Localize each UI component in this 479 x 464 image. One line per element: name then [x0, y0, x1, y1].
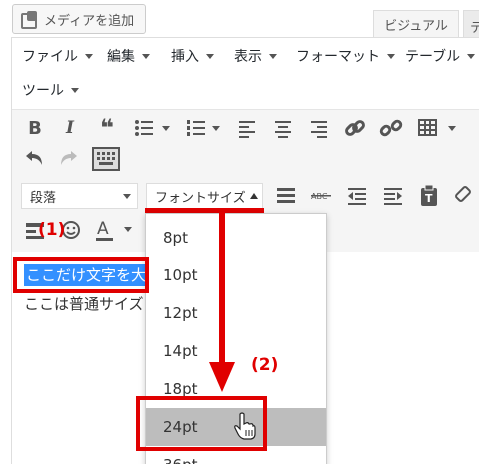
annotation-arrow: [207, 212, 237, 394]
numbered-list-caret-icon[interactable]: [212, 126, 220, 131]
horizontal-rule-icon[interactable]: [275, 185, 297, 207]
undo-icon[interactable]: [22, 147, 46, 171]
media-icon: [21, 11, 39, 29]
blockquote-icon[interactable]: ❝: [94, 114, 120, 142]
align-left-icon[interactable]: [237, 117, 259, 139]
outdent-icon[interactable]: [346, 185, 368, 207]
table-caret-icon[interactable]: [448, 126, 456, 131]
add-media-label: メディアを追加: [44, 13, 135, 29]
annotation-box-1: [13, 257, 149, 293]
clear-formatting-icon[interactable]: [452, 185, 474, 207]
menu-bar: ファイル 編集 挿入 表示 フォーマット テーブル ツール: [12, 38, 479, 110]
redo-icon[interactable]: [57, 147, 81, 171]
table-icon[interactable]: [417, 117, 439, 139]
italic-icon[interactable]: I: [57, 115, 83, 141]
tab-text[interactable]: テ: [463, 10, 479, 38]
text-color-caret-icon[interactable]: [124, 227, 132, 232]
bullet-list-icon[interactable]: [133, 117, 155, 139]
numbered-list-icon[interactable]: [185, 117, 207, 139]
align-center-icon[interactable]: [272, 117, 294, 139]
annotation-label-2: (2): [251, 355, 279, 375]
unlink-icon[interactable]: [379, 116, 403, 140]
plain-text[interactable]: ここは普通サイズ: [24, 293, 144, 314]
menu-format[interactable]: フォーマット: [296, 41, 395, 71]
add-media-button[interactable]: メディアを追加: [12, 4, 146, 34]
font-size-caret-up-icon: [250, 193, 258, 199]
menu-view[interactable]: 表示: [234, 41, 277, 71]
annotation-box-2: [136, 396, 267, 451]
format-select-value: 段落: [30, 190, 57, 206]
font-size-select[interactable]: フォントサイズ: [146, 183, 263, 209]
menu-file[interactable]: ファイル: [22, 41, 93, 71]
format-select-caret-icon: [123, 194, 131, 199]
annotation-label-1: (1): [38, 220, 66, 240]
tab-visual[interactable]: ビジュアル: [373, 10, 459, 38]
link-icon[interactable]: [343, 116, 367, 140]
format-select[interactable]: 段落: [21, 183, 138, 209]
menu-tools[interactable]: ツール: [22, 75, 79, 105]
menu-insert[interactable]: 挿入: [171, 41, 214, 71]
svg-text:T: T: [425, 192, 433, 205]
bullet-list-caret-icon[interactable]: [162, 126, 170, 131]
paste-text-icon[interactable]: T: [418, 184, 440, 208]
indent-icon[interactable]: [382, 185, 404, 207]
text-color-icon[interactable]: A: [94, 217, 116, 243]
menu-edit[interactable]: 編集: [107, 41, 150, 71]
toolbar-toggle-icon[interactable]: [92, 147, 120, 171]
strikethrough-icon[interactable]: ABC: [310, 185, 334, 207]
font-size-select-value: フォントサイズ: [155, 190, 246, 206]
editor-screenshot: メディアを追加 ビジュアル テ ファイル 編集 挿入 表示 フォーマット テーブ…: [0, 0, 479, 464]
bold-icon[interactable]: B: [22, 115, 48, 141]
align-right-icon[interactable]: [307, 117, 329, 139]
menu-table[interactable]: テーブル: [405, 41, 476, 71]
svg-text:A: A: [97, 219, 109, 239]
